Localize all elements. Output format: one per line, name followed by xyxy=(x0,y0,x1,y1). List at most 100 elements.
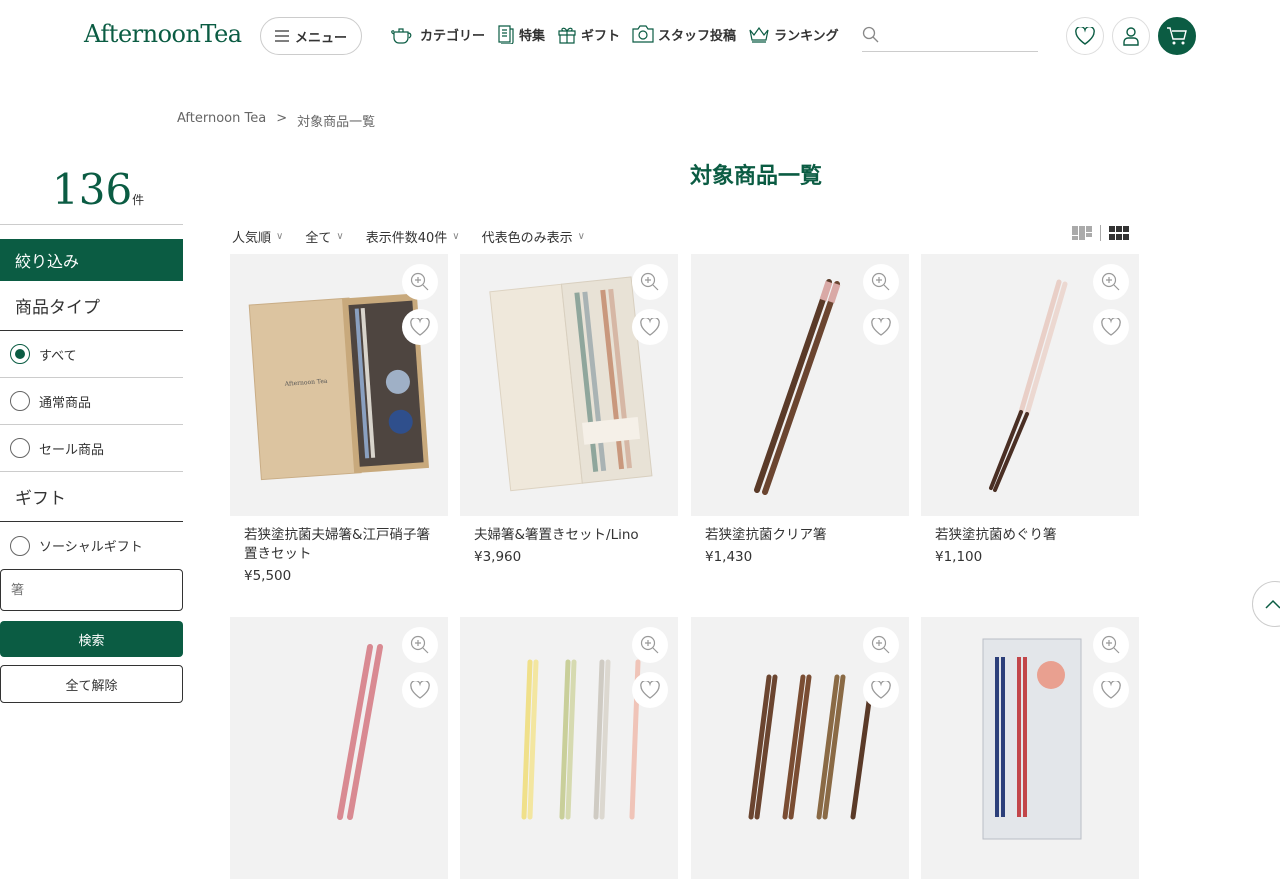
zoom-in-icon xyxy=(640,272,659,291)
header-search xyxy=(862,20,1038,52)
product-price: ¥5,500 xyxy=(244,568,292,584)
cart-button[interactable] xyxy=(1158,17,1196,55)
favorite-button[interactable] xyxy=(1093,672,1129,708)
zoom-button[interactable] xyxy=(863,627,899,663)
product-card[interactable]: 若狭塗抗菌めぐり箸 ¥1,100 xyxy=(921,254,1139,565)
sort-label: 代表色のみ表示 xyxy=(481,231,573,246)
scroll-to-top-button[interactable] xyxy=(1252,581,1280,627)
product-name[interactable]: 若狭塗抗菌クリア箸 xyxy=(691,526,909,545)
cart-icon xyxy=(1167,27,1187,45)
clear-all-button[interactable]: 全て解除 xyxy=(0,665,183,703)
breadcrumb-current: 対象商品一覧 xyxy=(297,115,376,130)
product-image[interactable] xyxy=(921,254,1139,516)
option-label: すべて xyxy=(39,348,77,364)
gift-option-social[interactable]: ソーシャルギフト xyxy=(0,522,183,569)
product-card[interactable] xyxy=(921,617,1139,879)
product-image[interactable] xyxy=(921,617,1139,879)
main-nav: カテゴリー 特集 ギフト スタッフ投稿 ランキング xyxy=(390,24,839,44)
menu-button[interactable]: メニュー xyxy=(260,17,362,55)
product-card[interactable] xyxy=(691,617,909,879)
zoom-button[interactable] xyxy=(402,627,438,663)
zoom-button[interactable] xyxy=(1093,264,1129,300)
product-card[interactable]: Afternoon Tea 若狭塗抗菌夫婦箸&江戸硝子箸置きセット ¥5,500 xyxy=(230,254,448,584)
product-type-option-sale[interactable]: セール商品 xyxy=(0,425,183,472)
hamburger-icon xyxy=(274,30,289,42)
product-type-title: 商品タイプ xyxy=(0,281,183,331)
favorite-button[interactable] xyxy=(863,672,899,708)
chevron-up-icon xyxy=(1265,599,1280,609)
favorite-button[interactable] xyxy=(632,672,668,708)
zoom-in-icon xyxy=(410,635,429,654)
user-icon xyxy=(1123,27,1139,46)
zoom-in-icon xyxy=(410,272,429,291)
radio-button[interactable] xyxy=(10,391,30,411)
favorite-button[interactable] xyxy=(402,672,438,708)
search-input[interactable] xyxy=(886,24,1036,48)
nav-item-gift[interactable]: ギフト xyxy=(557,24,620,44)
sort-dropdown-color[interactable]: 代表色のみ表示 ∨ xyxy=(482,227,585,246)
heart-icon xyxy=(410,318,430,336)
radio-button[interactable] xyxy=(10,438,30,458)
view-toggle xyxy=(1072,225,1129,241)
sort-dropdown-per-page[interactable]: 表示件数40件 ∨ xyxy=(366,227,460,246)
site-logo[interactable]: AfternoonTea xyxy=(84,20,242,48)
favorite-button[interactable] xyxy=(1093,309,1129,345)
zoom-button[interactable] xyxy=(1093,627,1129,663)
crown-icon xyxy=(749,26,769,43)
favorites-button[interactable] xyxy=(1066,17,1104,55)
product-image[interactable] xyxy=(460,254,678,516)
nav-label: カテゴリー xyxy=(420,28,486,44)
nav-item-category[interactable]: カテゴリー xyxy=(390,24,485,44)
document-icon xyxy=(498,25,514,44)
sort-dropdown-scope[interactable]: 全て ∨ xyxy=(305,227,343,246)
nav-item-staff-posts[interactable]: スタッフ投稿 xyxy=(632,25,736,44)
divider xyxy=(0,224,183,225)
nav-item-feature[interactable]: 特集 xyxy=(497,24,545,44)
product-type-option-all[interactable]: すべて xyxy=(0,331,183,378)
zoom-in-icon xyxy=(871,635,890,654)
product-name[interactable]: 夫婦箸&箸置きセット/Lino xyxy=(460,526,678,545)
product-card[interactable] xyxy=(460,617,678,879)
product-card[interactable]: 夫婦箸&箸置きセット/Lino ¥3,960 xyxy=(460,254,678,565)
search-icon[interactable] xyxy=(862,26,880,44)
account-button[interactable] xyxy=(1112,17,1150,55)
product-price: ¥3,960 xyxy=(474,549,522,565)
keyword-input[interactable] xyxy=(0,569,183,611)
zoom-button[interactable] xyxy=(402,264,438,300)
nav-item-ranking[interactable]: ランキング xyxy=(748,25,839,44)
radio-button[interactable] xyxy=(10,344,30,364)
favorite-button[interactable] xyxy=(863,309,899,345)
favorite-button[interactable] xyxy=(402,309,438,345)
product-name[interactable]: 若狭塗抗菌めぐり箸 xyxy=(921,526,1139,545)
favorite-button[interactable] xyxy=(632,309,668,345)
camera-icon xyxy=(632,25,654,43)
product-name[interactable]: 若狭塗抗菌夫婦箸&江戸硝子箸置きセット xyxy=(230,526,448,564)
gift-icon xyxy=(558,27,576,44)
radio-button[interactable] xyxy=(10,535,30,556)
product-image[interactable] xyxy=(460,617,678,879)
heart-icon xyxy=(640,681,660,699)
grid-view-icon[interactable] xyxy=(1109,225,1129,241)
nav-label: 特集 xyxy=(519,28,546,44)
zoom-button[interactable] xyxy=(632,264,668,300)
product-image[interactable]: Afternoon Tea xyxy=(230,254,448,516)
search-button[interactable]: 検索 xyxy=(0,621,183,657)
zoom-button[interactable] xyxy=(632,627,668,663)
nav-label: ギフト xyxy=(581,28,621,44)
product-type-option-regular[interactable]: 通常商品 xyxy=(0,378,183,425)
product-image[interactable] xyxy=(691,617,909,879)
masonry-view-icon[interactable] xyxy=(1072,225,1092,241)
zoom-button[interactable] xyxy=(863,264,899,300)
product-card[interactable] xyxy=(230,617,448,879)
product-card[interactable]: 若狭塗抗菌クリア箸 ¥1,430 xyxy=(691,254,909,565)
zoom-in-icon xyxy=(1101,272,1120,291)
sort-dropdown-order[interactable]: 人気順 ∨ xyxy=(232,227,283,246)
heart-icon xyxy=(1101,318,1121,336)
breadcrumb-separator: > xyxy=(276,111,288,126)
product-image[interactable] xyxy=(691,254,909,516)
product-image[interactable] xyxy=(230,617,448,879)
option-label: セール商品 xyxy=(39,442,105,458)
heart-icon xyxy=(410,681,430,699)
sort-bar: 人気順 ∨ 全て ∨ 表示件数40件 ∨ 代表色のみ表示 ∨ xyxy=(232,227,585,246)
breadcrumb-home[interactable]: Afternoon Tea xyxy=(177,111,266,130)
